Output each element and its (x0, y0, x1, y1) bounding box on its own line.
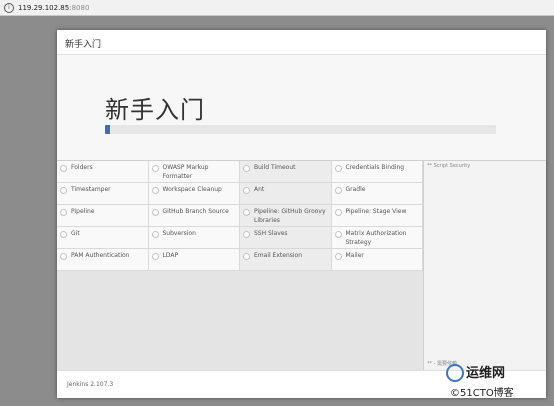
setup-wizard-panel: 新手入门 新手入门 Folders OWASP Markup Formatter B… (57, 30, 546, 398)
plugin-item: Ant (240, 183, 332, 205)
plugin-name: Timestamper (71, 186, 111, 193)
plugin-item: LDAP (148, 249, 240, 271)
plugin-item: Pipeline: GitHub Groovy Libraries (240, 205, 332, 227)
browser-address-bar: i 119.29.102.85:8080 (0, 0, 554, 16)
jenkins-version: Jenkins 2.107.3 (67, 381, 114, 388)
plugin-status-icon (151, 231, 159, 238)
plugin-name: Pipeline: GitHub Groovy Libraries (254, 208, 326, 224)
plugin-name: Workspace Cleanup (162, 186, 222, 193)
plugin-name: Folders (71, 164, 93, 171)
plugin-item: PAM Authentication (57, 249, 149, 271)
plugin-name: Build Timeout (254, 164, 296, 171)
plugin-item: Folders (57, 161, 149, 183)
install-progress-bar (105, 125, 496, 134)
plugin-status-icon (334, 253, 342, 260)
plugin-status-icon (151, 209, 159, 216)
plugin-item: Git (57, 227, 149, 249)
panel-title: 新手入门 (65, 40, 102, 50)
plugin-name: Mailer (345, 252, 364, 259)
plugin-status-icon (60, 253, 67, 260)
plugin-item: SSH Slaves (240, 227, 332, 249)
plugin-item: Workspace Cleanup (148, 183, 240, 205)
plugin-item: Mailer (331, 249, 423, 271)
plugin-name: Pipeline: Stage View (345, 208, 407, 215)
plugin-item: GitHub Branch Source (148, 205, 240, 227)
plugin-name: Ant (254, 186, 265, 193)
install-log-pane[interactable]: ** Script Security ** - 需要依赖 (423, 160, 546, 370)
plugin-status-icon (334, 187, 342, 194)
url-port: :8080 (69, 3, 90, 12)
plugin-name: Pipeline (71, 208, 95, 215)
plugin-status-icon (243, 165, 250, 172)
plugin-item: Pipeline (57, 205, 149, 227)
plugin-item: Matrix Authorization Strategy (331, 227, 423, 249)
site-info-icon[interactable]: i (4, 2, 14, 13)
watermark-line2: ©51CTO博客 (450, 388, 514, 399)
plugin-name: SSH Slaves (254, 230, 288, 237)
plugin-item: Timestamper (57, 183, 149, 205)
plugin-list: Folders OWASP Markup Formatter Build Timeo… (57, 160, 423, 370)
plugin-status-icon (334, 209, 342, 216)
plugin-name: Credentials Binding (345, 164, 405, 171)
plugin-status-icon (60, 187, 67, 194)
plugin-item: Subversion (148, 227, 240, 249)
plugin-status-icon (334, 231, 342, 238)
plugin-item: Email Extension (240, 249, 332, 271)
plugin-item: Gradle (331, 183, 423, 205)
plugin-name: Subversion (162, 230, 196, 237)
url-text[interactable]: 119.29.102.85:8080 (18, 4, 89, 12)
plugin-name: Matrix Authorization Strategy (345, 230, 407, 246)
plugin-name: Gradle (345, 186, 366, 193)
plugin-status-icon (243, 231, 250, 238)
watermark-line1: 运维网 (466, 366, 506, 381)
plugin-name: Email Extension (254, 252, 303, 259)
plugin-name: OWASP Markup Formatter (162, 164, 209, 180)
plugin-status-icon (151, 165, 159, 172)
plugin-status-icon (60, 209, 67, 216)
plugin-name: PAM Authentication (71, 252, 130, 259)
url-host: 119.29.102.85 (18, 3, 70, 12)
panel-header: 新手入门 (57, 30, 546, 55)
plugin-status-icon (151, 187, 159, 194)
plugin-status-icon (60, 231, 67, 238)
hero-title: 新手入门 (105, 96, 205, 124)
plugin-item: Build Timeout (240, 161, 332, 183)
watermark: 运维网 ©51CTO博客 (446, 360, 554, 406)
plugin-item: OWASP Markup Formatter (148, 161, 240, 183)
plugin-status-icon (151, 253, 159, 260)
install-progress-fill (105, 125, 110, 134)
watermark-logo-icon (446, 364, 464, 382)
plugin-status-icon (243, 187, 250, 194)
plugin-item: Pipeline: Stage View (331, 205, 423, 227)
log-line: ** Script Security (427, 163, 471, 169)
plugin-item: Credentials Binding (331, 161, 423, 183)
url-field[interactable]: i 119.29.102.85:8080 (4, 2, 89, 13)
plugin-name: GitHub Branch Source (162, 208, 229, 215)
plugin-name: Git (71, 230, 80, 237)
plugin-status-icon (243, 253, 250, 260)
plugin-name: LDAP (162, 252, 179, 259)
plugin-status-icon (60, 165, 67, 172)
install-hero: 新手入门 (57, 55, 546, 160)
plugin-status-icon (243, 209, 250, 216)
plugin-status-icon (334, 165, 342, 172)
plugin-grid: Folders OWASP Markup Formatter Build Timeo… (57, 161, 423, 271)
